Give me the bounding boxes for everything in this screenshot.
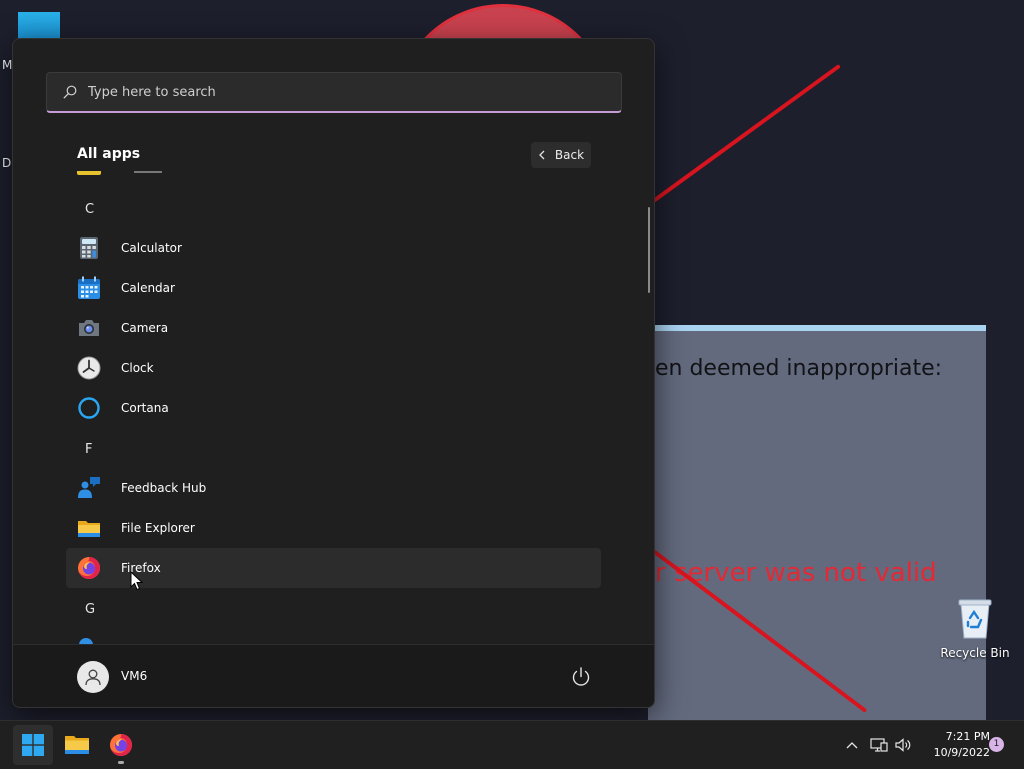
list-item-partial-text: [134, 171, 162, 173]
system-clock[interactable]: 7:21 PM 10/9/2022: [918, 729, 990, 761]
power-icon[interactable]: [569, 665, 593, 689]
app-item-camera[interactable]: Camera: [66, 308, 601, 348]
app-item-firefox[interactable]: Firefox: [66, 548, 601, 588]
mouse-cursor-icon: [130, 571, 143, 591]
windows-logo-icon: [22, 734, 44, 756]
running-indicator: [118, 761, 124, 764]
all-apps-title: All apps: [77, 146, 141, 162]
search-placeholder: Type here to search: [88, 84, 216, 100]
app-label: Calculator: [121, 241, 182, 255]
start-button[interactable]: [13, 725, 53, 765]
volume-icon[interactable]: [893, 735, 913, 755]
back-button[interactable]: Back: [531, 142, 591, 168]
desktop-icon-label: M: [2, 58, 13, 72]
start-menu: Type here to search All apps Back C Calc…: [12, 38, 655, 708]
scrollbar-thumb[interactable]: [648, 207, 650, 293]
wallpaper-line: [650, 64, 841, 204]
avatar[interactable]: [77, 661, 109, 693]
show-hidden-icons-chevron-up-icon[interactable]: [842, 735, 862, 755]
app-label: File Explorer: [121, 521, 195, 535]
app-label: Cortana: [121, 401, 169, 415]
calculator-icon: [80, 237, 98, 259]
taskbar-file-explorer[interactable]: [57, 725, 97, 765]
start-menu-footer: VM6: [13, 644, 654, 707]
list-item-partial: [77, 171, 101, 175]
calendar-icon: [78, 276, 100, 299]
clock-icon: [77, 356, 101, 380]
app-item-calendar[interactable]: Calendar: [66, 268, 601, 308]
section-letter-c[interactable]: C: [85, 202, 94, 217]
camera-icon: [79, 320, 99, 336]
back-label: Back: [554, 148, 585, 162]
app-item-cortana[interactable]: Cortana: [66, 388, 601, 428]
background-window-text: en deemed inappropriate:: [655, 356, 943, 381]
app-item-file-explorer[interactable]: File Explorer: [66, 508, 601, 548]
recycle-bin-label[interactable]: Recycle Bin: [940, 646, 1010, 660]
app-item-feedback-hub[interactable]: Feedback Hub: [66, 468, 601, 508]
desktop-shortcut-icon[interactable]: [18, 12, 60, 40]
search-icon: [63, 85, 77, 99]
background-window[interactable]: [648, 325, 986, 720]
app-item-clock[interactable]: Clock: [66, 348, 601, 388]
app-label: Camera: [121, 321, 169, 335]
user-name[interactable]: VM6: [121, 669, 147, 683]
file-explorer-icon: [78, 521, 100, 537]
section-letter-g[interactable]: G: [85, 602, 95, 617]
network-icon[interactable]: [869, 735, 889, 755]
user-icon: [85, 669, 101, 686]
taskbar: 7:21 PM 10/9/2022 1: [0, 720, 1024, 769]
app-item-calculator[interactable]: Calculator: [66, 228, 601, 268]
cortana-icon: [78, 397, 100, 419]
search-input[interactable]: Type here to search: [46, 72, 622, 113]
file-explorer-icon: [65, 736, 89, 754]
firefox-icon: [78, 557, 100, 579]
section-letter-f[interactable]: F: [85, 442, 92, 457]
app-label: Clock: [121, 361, 154, 375]
recycle-bin-icon[interactable]: [956, 596, 994, 640]
clock-date: 10/9/2022: [933, 746, 990, 759]
clock-time: 7:21 PM: [945, 730, 990, 743]
app-label: Calendar: [121, 281, 175, 295]
notification-badge[interactable]: 1: [989, 737, 1004, 752]
app-list[interactable]: C Calculator Calendar Camera Clock Corta…: [13, 171, 653, 645]
taskbar-firefox[interactable]: [101, 725, 141, 765]
app-label: Feedback Hub: [121, 481, 207, 495]
chevron-left-icon: [539, 150, 545, 160]
feedback-hub-icon: [78, 477, 100, 498]
firefox-icon: [110, 734, 132, 756]
